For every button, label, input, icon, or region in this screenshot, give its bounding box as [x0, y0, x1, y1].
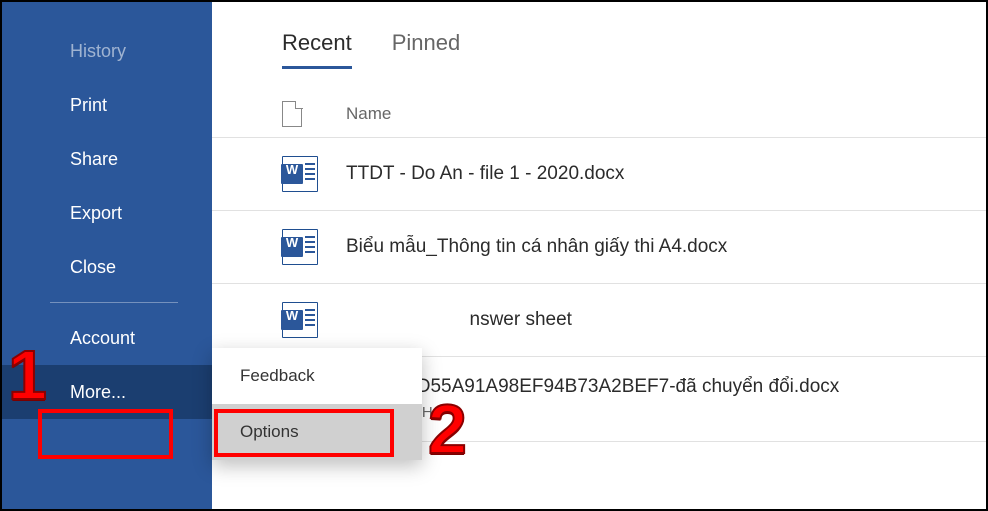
doc-icon-col: W: [282, 229, 346, 265]
sidebar-divider: [50, 302, 178, 303]
recent-doc-row[interactable]: W xxxxxxxxxxxxxnswer sheet: [212, 284, 986, 357]
tab-pinned[interactable]: Pinned: [392, 30, 461, 69]
doc-icon-col: W: [282, 302, 346, 338]
backstage-sidebar: History Print Share Export Close Account…: [2, 2, 212, 509]
flyout-item-feedback[interactable]: Feedback: [212, 348, 422, 404]
header-icon-column: [282, 101, 330, 127]
flyout-item-options[interactable]: Options: [212, 404, 422, 460]
sidebar-item-more[interactable]: More...: [2, 365, 212, 419]
doc-title: Biểu mẫu_Thông tin cá nhân giấy thi A4.d…: [346, 235, 727, 259]
sidebar-item-account[interactable]: Account: [2, 311, 212, 365]
word-file-icon: W: [282, 302, 318, 338]
doc-icon-col: W: [282, 156, 346, 192]
sidebar-item-history[interactable]: History: [2, 24, 212, 78]
doc-tabs: Recent Pinned: [212, 30, 986, 69]
list-header: Name: [212, 95, 986, 138]
sidebar-item-print[interactable]: Print: [2, 78, 212, 132]
recent-doc-row[interactable]: W Biểu mẫu_Thông tin cá nhân giấy thi A4…: [212, 211, 986, 284]
tab-recent[interactable]: Recent: [282, 30, 352, 69]
document-icon: [282, 101, 302, 127]
word-file-icon: W: [282, 156, 318, 192]
more-flyout: Feedback Options: [212, 348, 422, 460]
sidebar-item-export[interactable]: Export: [2, 186, 212, 240]
doc-title: xxxxxxxxxxxxxnswer sheet: [346, 308, 572, 332]
sidebar-item-close[interactable]: Close: [2, 240, 212, 294]
word-file-icon: W: [282, 229, 318, 265]
sidebar-item-share[interactable]: Share: [2, 132, 212, 186]
doc-title: TTDT - Do An - file 1 - 2020.docx: [346, 162, 624, 186]
recent-doc-row[interactable]: W TTDT - Do An - file 1 - 2020.docx: [212, 138, 986, 211]
header-name-label: Name: [346, 104, 391, 124]
